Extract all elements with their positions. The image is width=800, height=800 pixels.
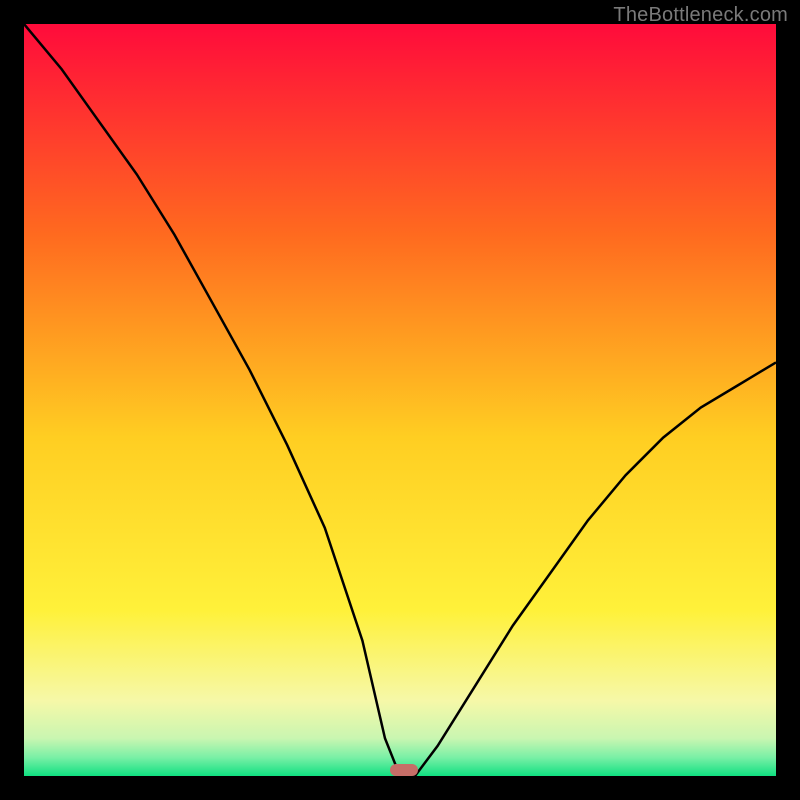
chart-svg [24, 24, 776, 776]
min-marker [390, 764, 418, 776]
plot-area [24, 24, 776, 776]
gradient-background [24, 24, 776, 776]
watermark-text: TheBottleneck.com [613, 4, 788, 27]
chart-frame: TheBottleneck.com [0, 0, 800, 800]
